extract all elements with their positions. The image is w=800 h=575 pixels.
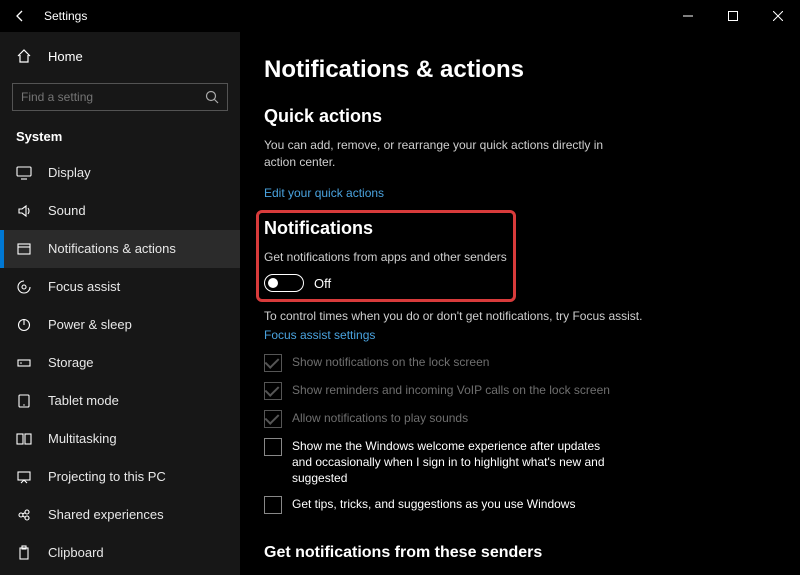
sidebar-item-storage[interactable]: Storage: [0, 344, 240, 382]
sidebar-item-notifications[interactable]: Notifications & actions: [0, 230, 240, 268]
sidebar-item-label: Tablet mode: [48, 393, 119, 408]
notifications-toggle[interactable]: Off: [264, 274, 764, 292]
clipboard-icon: [16, 545, 32, 561]
projecting-icon: [16, 469, 32, 485]
toggle-state: Off: [314, 276, 331, 291]
sidebar-item-label: Storage: [48, 355, 94, 370]
sidebar-item-label: Notifications & actions: [48, 241, 176, 256]
sidebar-item-label: Display: [48, 165, 91, 180]
shared-icon: [16, 507, 32, 523]
notification-option-3[interactable]: Show me the Windows welcome experience a…: [264, 438, 764, 487]
multitask-icon: [16, 431, 32, 447]
home-icon: [16, 48, 32, 64]
sidebar: Home System Display Sound Notifications & …: [0, 32, 240, 575]
focus-assist-link[interactable]: Focus assist settings: [264, 328, 375, 342]
option-label: Show notifications on the lock screen: [292, 354, 489, 370]
sidebar-category: System: [0, 121, 240, 154]
edit-quick-actions-link[interactable]: Edit your quick actions: [264, 186, 384, 200]
sidebar-item-display[interactable]: Display: [0, 154, 240, 192]
sidebar-item-shared[interactable]: Shared experiences: [0, 496, 240, 534]
quick-actions-heading: Quick actions: [264, 106, 764, 127]
option-label: Show me the Windows welcome experience a…: [292, 438, 622, 487]
search-box[interactable]: [12, 83, 228, 111]
option-label: Show reminders and incoming VoIP calls o…: [292, 382, 610, 398]
toggle-track: [264, 274, 304, 292]
page-title: Notifications & actions: [264, 56, 764, 84]
senders-heading: Get notifications from these senders: [264, 544, 764, 562]
notification-option-0: Show notifications on the lock screen: [264, 354, 764, 372]
power-icon: [16, 317, 32, 333]
sidebar-item-label: Focus assist: [48, 279, 120, 294]
main-content: Notifications & actions Quick actions Yo…: [240, 32, 800, 575]
checkbox: [264, 354, 282, 372]
notification-option-1: Show reminders and incoming VoIP calls o…: [264, 382, 764, 400]
focus-icon: [16, 279, 32, 295]
close-button[interactable]: [755, 0, 800, 32]
checkbox: [264, 410, 282, 428]
notifications-desc: Get notifications from apps and other se…: [264, 249, 764, 266]
sidebar-home[interactable]: Home: [0, 38, 240, 75]
checkbox: [264, 382, 282, 400]
sidebar-item-focus[interactable]: Focus assist: [0, 268, 240, 306]
notifications-heading: Notifications: [264, 218, 764, 239]
sidebar-home-label: Home: [48, 49, 83, 64]
back-button[interactable]: [10, 6, 30, 26]
option-label: Allow notifications to play sounds: [292, 410, 468, 426]
minimize-button[interactable]: [665, 0, 710, 32]
notification-option-2: Allow notifications to play sounds: [264, 410, 764, 428]
search-icon: [205, 90, 219, 104]
focus-hint: To control times when you do or don't ge…: [264, 308, 764, 325]
tablet-icon: [16, 393, 32, 409]
sidebar-item-label: Clipboard: [48, 545, 104, 560]
sidebar-item-label: Multitasking: [48, 431, 117, 446]
search-input[interactable]: [21, 90, 205, 104]
sidebar-item-label: Sound: [48, 203, 86, 218]
sidebar-item-clipboard[interactable]: Clipboard: [0, 534, 240, 572]
toggle-thumb: [268, 278, 278, 288]
sidebar-item-label: Projecting to this PC: [48, 469, 166, 484]
checkbox[interactable]: [264, 438, 282, 456]
option-label: Get tips, tricks, and suggestions as you…: [292, 496, 575, 512]
sidebar-item-sound[interactable]: Sound: [0, 192, 240, 230]
sidebar-item-power[interactable]: Power & sleep: [0, 306, 240, 344]
quick-actions-desc: You can add, remove, or rearrange your q…: [264, 137, 634, 172]
notification-option-4[interactable]: Get tips, tricks, and suggestions as you…: [264, 496, 764, 514]
window-title: Settings: [44, 9, 87, 23]
sidebar-item-tablet[interactable]: Tablet mode: [0, 382, 240, 420]
display-icon: [16, 165, 32, 181]
notifications-icon: [16, 241, 32, 257]
checkbox[interactable]: [264, 496, 282, 514]
sound-icon: [16, 203, 32, 219]
sidebar-item-label: Shared experiences: [48, 507, 164, 522]
maximize-button[interactable]: [710, 0, 755, 32]
storage-icon: [16, 355, 32, 371]
sidebar-item-multitask[interactable]: Multitasking: [0, 420, 240, 458]
sidebar-item-label: Power & sleep: [48, 317, 132, 332]
sidebar-item-projecting[interactable]: Projecting to this PC: [0, 458, 240, 496]
